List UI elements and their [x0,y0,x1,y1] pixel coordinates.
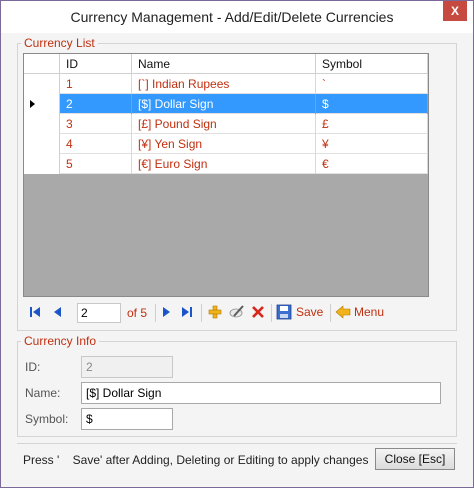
column-header-name[interactable]: Name [132,54,316,74]
first-record-icon[interactable] [29,306,41,321]
symbol-field[interactable]: $ [81,408,173,430]
row-header[interactable] [24,94,60,114]
footer-divider [17,443,457,444]
record-count-label: of 5 [127,306,148,320]
row-header[interactable] [24,74,60,94]
currency-grid[interactable]: ID Name Symbol 1 [`] Indian Rupees ` 2 [… [23,53,429,297]
separator [201,304,202,322]
currency-list-legend: Currency List [21,36,98,50]
cell-id: 5 [60,154,132,174]
cell-id: 4 [60,134,132,154]
symbol-label: Symbol: [25,412,69,426]
column-header-id[interactable]: ID [60,54,132,74]
currency-info-legend: Currency Info [21,334,100,348]
cell-symbol: ¥ [316,134,428,154]
delete-icon[interactable] [251,305,265,322]
name-field[interactable]: [$] Dollar Sign [81,382,441,404]
currency-management-window: Currency Management - Add/Edit/Delete Cu… [0,0,474,488]
grid-header: ID Name Symbol [24,54,428,74]
cell-name: [€] Euro Sign [132,154,316,174]
cell-id: 1 [60,74,132,94]
table-row[interactable]: 1 [`] Indian Rupees ` [24,74,428,94]
separator [271,304,272,322]
row-header[interactable] [24,114,60,134]
title-bar: Currency Management - Add/Edit/Delete Cu… [1,1,473,33]
cell-name: [£] Pound Sign [132,114,316,134]
cell-symbol: $ [316,94,428,114]
edit-icon[interactable] [229,304,245,323]
status-hint: Press ' Save' after Adding, Deleting or … [23,453,369,467]
separator [330,304,331,322]
window-close-button[interactable]: X [443,1,467,21]
last-record-icon[interactable] [181,306,193,321]
table-row-selected[interactable]: 2 [$] Dollar Sign $ [24,94,428,114]
binding-navigator: 2 of 5 Save Menu [23,301,453,325]
cell-id: 2 [60,94,132,114]
cell-name: [$] Dollar Sign [132,94,316,114]
column-header-symbol[interactable]: Symbol [316,54,428,74]
next-record-icon[interactable] [161,306,171,321]
separator [155,304,156,322]
cell-id: 3 [60,114,132,134]
close-button[interactable]: Close [Esc] [375,448,455,470]
save-button[interactable]: Save [296,305,323,319]
grid-header-corner [24,54,60,74]
cell-name: [`] Indian Rupees [132,74,316,94]
table-row[interactable]: 3 [£] Pound Sign £ [24,114,428,134]
save-icon[interactable] [276,304,292,323]
previous-record-icon[interactable] [53,306,63,321]
window-title: Currency Management - Add/Edit/Delete Cu… [70,9,394,25]
cell-name: [¥] Yen Sign [132,134,316,154]
menu-back-icon[interactable] [335,304,351,323]
menu-button[interactable]: Menu [354,305,384,319]
cell-symbol: £ [316,114,428,134]
name-label: Name: [25,386,61,400]
row-header[interactable] [24,134,60,154]
id-field: 2 [81,356,173,378]
current-row-arrow-icon [30,100,35,108]
add-icon[interactable] [208,305,222,322]
row-header[interactable] [24,154,60,174]
table-row[interactable]: 4 [¥] Yen Sign ¥ [24,134,428,154]
table-row[interactable]: 5 [€] Euro Sign € [24,154,428,174]
position-input[interactable]: 2 [77,303,121,323]
cell-symbol: € [316,154,428,174]
id-label: ID: [25,360,41,374]
cell-symbol: ` [316,74,428,94]
